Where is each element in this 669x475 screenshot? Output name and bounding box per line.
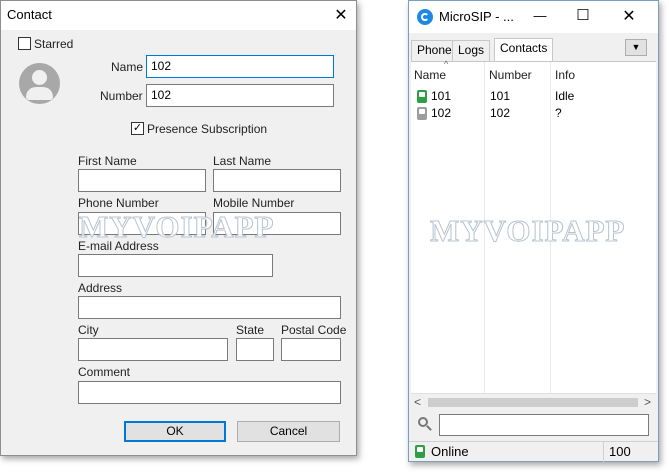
contact-info: Idle <box>555 89 575 103</box>
minimize-icon[interactable]: — <box>530 8 550 23</box>
scroll-left-icon[interactable]: < <box>414 395 421 409</box>
column-number[interactable]: Number <box>489 68 532 82</box>
close-icon[interactable]: ✕ <box>332 5 350 25</box>
contact-titlebar: Contact ✕ <box>1 1 356 30</box>
address-label: Address <box>78 281 123 295</box>
menu-dropdown-button[interactable]: ▼ <box>625 39 647 56</box>
starred-checkbox[interactable] <box>18 37 31 50</box>
presence-checkbox[interactable]: ✓ <box>131 122 144 135</box>
postal-code-label: Postal Code <box>281 323 347 337</box>
first-name-field[interactable] <box>78 169 206 192</box>
microsip-window: MicroSIP - ... — ☐ ✕ Phone Logs Contacts… <box>408 0 659 462</box>
avatar-icon <box>19 63 60 104</box>
postal-code-field[interactable] <box>281 338 341 361</box>
starred-label: Starred <box>34 37 74 51</box>
status-text[interactable]: Online <box>431 444 469 459</box>
tab-logs[interactable]: Logs <box>452 40 491 61</box>
search-input[interactable] <box>439 414 649 436</box>
city-label: City <box>78 323 99 337</box>
contact-number: 101 <box>490 89 511 103</box>
comment-label: Comment <box>78 365 131 379</box>
volume-level[interactable]: 100 <box>609 444 631 459</box>
state-label: State <box>236 323 265 337</box>
contact-row[interactable]: 102 102 ? <box>414 105 650 122</box>
contact-info: ? <box>555 106 562 120</box>
column-info[interactable]: Info <box>555 68 575 82</box>
horizontal-scrollbar[interactable]: < > <box>411 393 656 410</box>
search-icon <box>418 417 432 431</box>
contact-dialog: Contact ✕ Starred Name 102 Number 102 ✓ … <box>0 0 357 456</box>
comment-field[interactable] <box>78 381 341 404</box>
name-label: Name <box>111 60 144 74</box>
email-field[interactable] <box>78 254 273 277</box>
dialog-title: Contact <box>7 7 52 22</box>
contact-row[interactable]: 101 101 Idle <box>414 88 650 105</box>
mobile-number-label: Mobile Number <box>213 196 295 210</box>
watermark: MYVOIPAPP <box>78 209 275 245</box>
scroll-right-icon[interactable]: > <box>644 395 651 409</box>
scrollbar-thumb[interactable] <box>428 398 638 407</box>
number-label: Number <box>100 89 143 103</box>
close-icon[interactable]: ✕ <box>619 6 639 26</box>
tab-phone[interactable]: Phone <box>411 40 458 61</box>
window-title: MicroSIP - ... <box>439 9 514 24</box>
phone-status-icon <box>417 90 427 103</box>
column-name[interactable]: Name <box>414 68 446 82</box>
maximize-icon[interactable]: ☐ <box>573 6 593 24</box>
status-bar: Online 100 <box>409 441 658 462</box>
online-status-icon[interactable] <box>415 445 425 458</box>
contact-name: 101 <box>431 89 452 103</box>
contact-number: 102 <box>490 106 511 120</box>
watermark: MYVOIPAPP <box>429 213 626 249</box>
first-name-label: First Name <box>78 154 137 168</box>
city-field[interactable] <box>78 338 228 361</box>
last-name-field[interactable] <box>213 169 341 192</box>
microsip-titlebar: MicroSIP - ... — ☐ ✕ <box>409 1 658 33</box>
presence-label: Presence Subscription <box>147 122 268 136</box>
microsip-app-icon <box>417 9 433 25</box>
number-field[interactable]: 102 <box>146 84 334 107</box>
phone-status-icon <box>417 107 427 120</box>
cancel-button[interactable]: Cancel <box>237 421 340 442</box>
state-field[interactable] <box>236 338 274 361</box>
contact-name: 102 <box>431 106 452 120</box>
tab-contacts[interactable]: Contacts <box>494 38 554 61</box>
ok-button[interactable]: OK <box>124 421 226 442</box>
phone-number-label: Phone Number <box>78 196 159 210</box>
name-field[interactable]: 102 <box>146 55 334 78</box>
last-name-label: Last Name <box>213 154 272 168</box>
address-field[interactable] <box>78 296 341 319</box>
